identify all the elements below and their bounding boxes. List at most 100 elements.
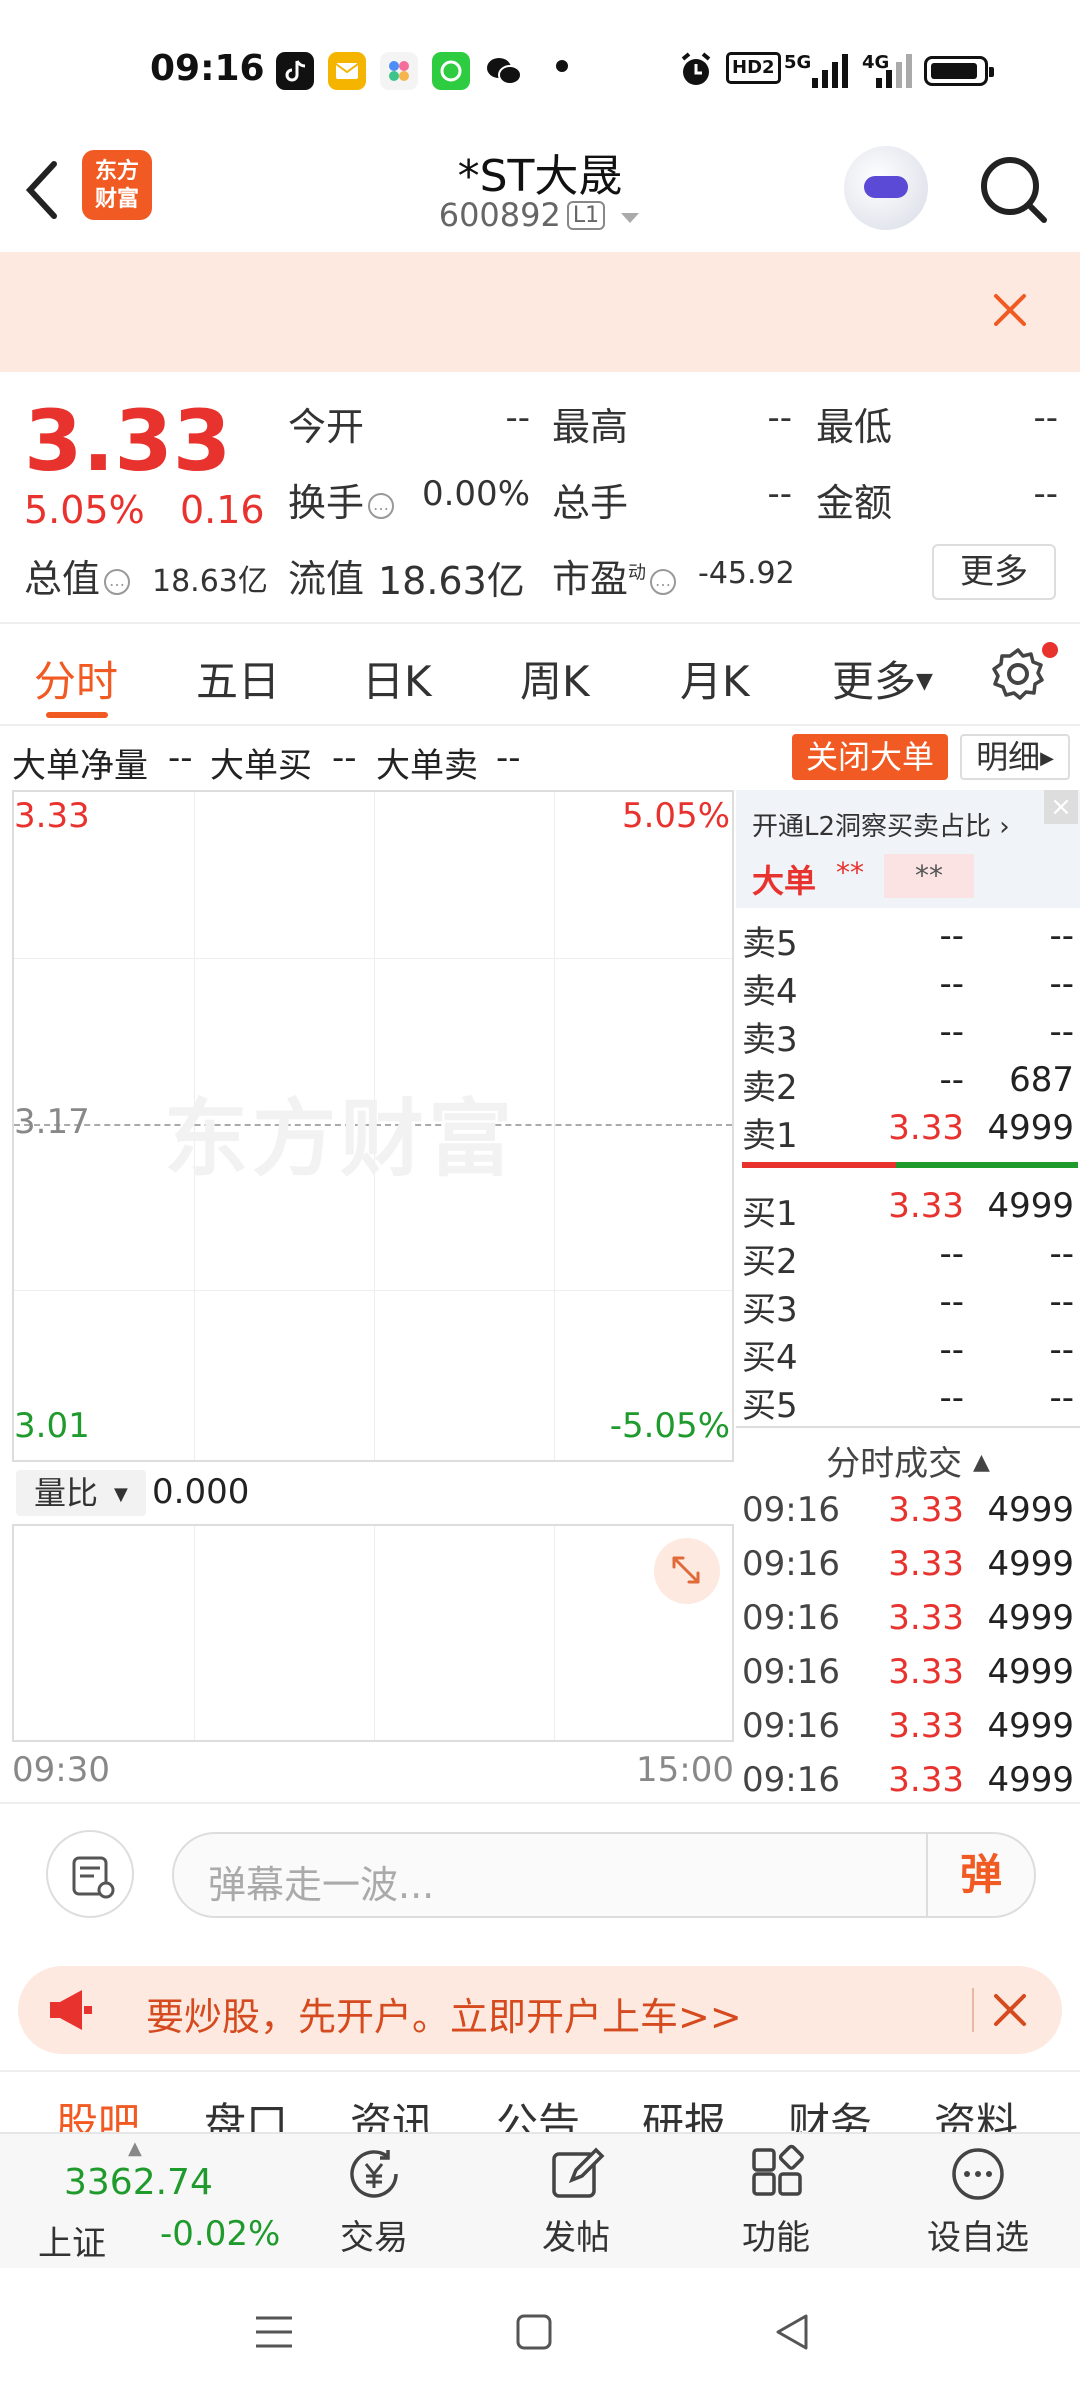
info-icon[interactable]: … xyxy=(650,569,677,595)
big-order-row: 大单净量 -- 大单买 -- 大单卖 -- 关闭大单 明细▶ xyxy=(0,726,1080,788)
camera-app-icon xyxy=(432,52,470,90)
chart-mid-price: 3.17 xyxy=(14,1102,90,1142)
bid-row-1[interactable]: 买1 3.33 4999 xyxy=(736,1182,1080,1234)
tab-news[interactable]: 资讯 xyxy=(350,2090,434,2132)
add-watchlist-button[interactable]: 设自选 xyxy=(908,2144,1048,2259)
info-icon[interactable]: … xyxy=(368,493,395,519)
post-button[interactable]: 发帖 xyxy=(506,2144,646,2259)
index-change[interactable]: -0.02% xyxy=(160,2214,280,2254)
ask-row-1[interactable]: 卖1 3.33 4999 xyxy=(736,1104,1080,1156)
trade-button[interactable]: 交易 xyxy=(304,2144,444,2259)
apps-icon xyxy=(380,52,418,90)
menu-icon[interactable] xyxy=(254,2312,294,2356)
ask-row-3[interactable]: 卖3 -- -- xyxy=(736,1008,1080,1060)
tab-monthly-k[interactable]: 月K xyxy=(680,648,750,709)
back-nav-icon[interactable] xyxy=(772,2312,812,2356)
bid-volume: 4999 xyxy=(987,1186,1074,1226)
order-book-panel: 开通L2洞察买卖占比 › × 大单 ** ** 卖5 -- -- 卖4 -- -- 卖3… xyxy=(736,790,1080,1800)
trade-price: 3.33 xyxy=(888,1706,964,1746)
volume-ratio-value: 0.000 xyxy=(152,1472,250,1512)
turnover-value: 0.00% xyxy=(421,474,530,514)
ask-volume: 4999 xyxy=(987,1108,1074,1148)
info-icon[interactable]: … xyxy=(104,569,131,595)
home-icon[interactable] xyxy=(514,2312,554,2356)
tab-more[interactable]: 更多▼ xyxy=(832,648,933,709)
open-label: 今开 xyxy=(288,405,365,449)
high-label: 最高 xyxy=(552,405,629,449)
tab-finance[interactable]: 财务 xyxy=(788,2090,872,2132)
grid-apps-icon xyxy=(746,2144,806,2204)
ask-label: 卖5 xyxy=(742,924,798,964)
dropdown-caret-icon xyxy=(621,213,640,223)
bid-row-5[interactable]: 买5 -- -- xyxy=(736,1374,1080,1426)
trade-time: 09:16 xyxy=(742,1544,840,1584)
wechat-icon xyxy=(484,52,524,90)
promo-text[interactable]: 要炒股，先开户。立即开户上车>> xyxy=(146,1986,742,2041)
index-value[interactable]: 3362.74 xyxy=(64,2162,213,2203)
tab-research[interactable]: 研报 xyxy=(642,2090,726,2132)
total-hands-label: 总手 xyxy=(552,481,629,525)
tab-pankou[interactable]: 盘口 xyxy=(204,2090,288,2132)
grid-line xyxy=(14,1290,732,1291)
trade-time: 09:16 xyxy=(742,1490,840,1530)
l2-promo[interactable]: 开通L2洞察买卖占比 › × 大单 ** ** xyxy=(736,790,1080,908)
more-button[interactable]: 更多 xyxy=(932,544,1056,600)
ask-row-5[interactable]: 卖5 -- -- xyxy=(736,912,1080,964)
tab-intraday[interactable]: 分时 xyxy=(34,648,118,709)
float-value-label: 流值 xyxy=(288,557,365,601)
turnover-label-text: 换手 xyxy=(288,481,365,525)
trade-row: 09:16 3.33 4999 xyxy=(736,1592,1080,1644)
trade-row: 09:16 3.33 4999 xyxy=(736,1538,1080,1590)
bid-price: -- xyxy=(939,1378,964,1418)
close-icon[interactable] xyxy=(990,290,1030,340)
tab-announcements[interactable]: 公告 xyxy=(496,2090,580,2132)
detail-button-label: 明细 xyxy=(976,738,1041,776)
intraday-chart[interactable]: 东方财富 3.33 5.05% 3.17 3.01 -5.05% xyxy=(12,790,734,1462)
ask-volume: -- xyxy=(1049,964,1074,1004)
open-account-banner[interactable]: 要炒股，先开户。立即开户上车>> xyxy=(18,1966,1062,2054)
bid-label: 买4 xyxy=(742,1338,798,1378)
volume-selector-label: 量比 xyxy=(34,1474,99,1512)
bid-row-2[interactable]: 买2 -- -- xyxy=(736,1230,1080,1282)
ask-row-2[interactable]: 卖2 -- 687 xyxy=(736,1056,1080,1108)
danmaku-settings-icon[interactable] xyxy=(46,1830,134,1918)
close-big-order-button[interactable]: 关闭大单 xyxy=(792,734,948,780)
detail-button[interactable]: 明细▶ xyxy=(960,734,1070,780)
trades-header[interactable]: 分时成交 ▲ xyxy=(736,1426,1080,1484)
danmaku-toggle-button[interactable]: 弹 xyxy=(926,1834,1034,1916)
volume-chart[interactable] xyxy=(12,1524,734,1742)
bid-volume: -- xyxy=(1049,1378,1074,1418)
close-icon[interactable]: × xyxy=(1044,790,1078,824)
trade-price: 3.33 xyxy=(888,1760,964,1800)
tab-guba[interactable]: 股吧 xyxy=(56,2090,140,2132)
tab-daily-k[interactable]: 日K xyxy=(362,648,432,709)
danmaku-input[interactable]: 弹幕走一波... 弹 xyxy=(172,1832,1036,1918)
trade-row: 09:16 3.33 4999 xyxy=(736,1484,1080,1536)
signal-bars-2-icon xyxy=(876,52,912,88)
caret-down-icon: ▼ xyxy=(916,669,933,694)
search-icon[interactable] xyxy=(976,150,1048,230)
chart-bottom-pct: -5.05% xyxy=(609,1406,730,1446)
expand-icon[interactable] xyxy=(654,1538,720,1604)
chart-top-pct: 5.05% xyxy=(621,796,730,836)
volume-header: 量比 ▼ 0.000 xyxy=(12,1462,734,1524)
trade-row: 09:16 3.33 4999 xyxy=(736,1700,1080,1752)
bid-row-4[interactable]: 买4 -- -- xyxy=(736,1326,1080,1378)
trade-time: 09:16 xyxy=(742,1598,840,1638)
robot-assistant-icon[interactable] xyxy=(844,146,928,230)
total-hands-value: -- xyxy=(767,474,792,514)
functions-button[interactable]: 功能 xyxy=(706,2144,846,2259)
volume-indicator-select[interactable]: 量比 ▼ xyxy=(16,1470,146,1516)
index-name[interactable]: 上证 xyxy=(38,2216,106,2265)
tab-weekly-k[interactable]: 周K xyxy=(520,648,590,709)
l2-title: 开通L2洞察买卖占比 › xyxy=(752,806,1010,843)
gear-icon[interactable] xyxy=(990,646,1046,702)
close-icon[interactable] xyxy=(990,1980,1030,2041)
tab-profile[interactable]: 资料 xyxy=(934,2090,1018,2132)
bid-row-3[interactable]: 买3 -- -- xyxy=(736,1278,1080,1330)
level-badge: L1 xyxy=(566,201,606,230)
turnover-label: 换手… xyxy=(288,472,395,527)
tab-five-day[interactable]: 五日 xyxy=(196,648,280,709)
trade-price: 3.33 xyxy=(888,1490,964,1530)
ask-row-4[interactable]: 卖4 -- -- xyxy=(736,960,1080,1012)
